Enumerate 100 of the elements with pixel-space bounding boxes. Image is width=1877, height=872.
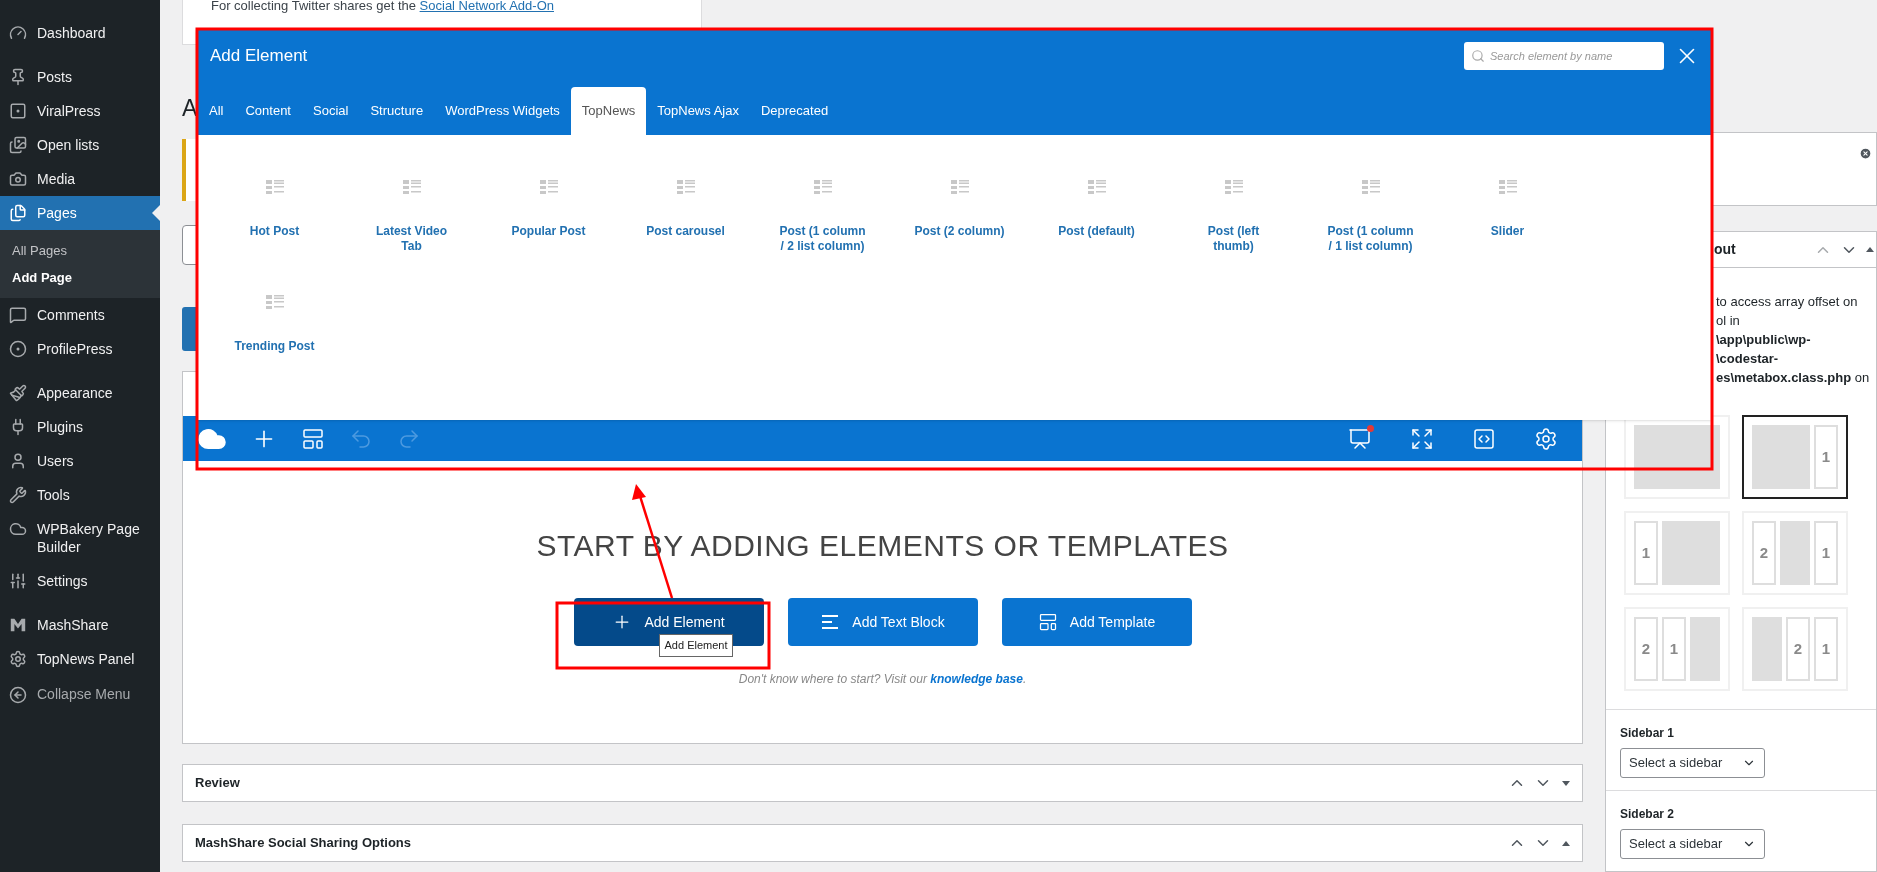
menu-item[interactable]: Media: [0, 162, 160, 196]
square-icon: [9, 102, 27, 120]
help-text: Don't know where to start? Visit our knowledge base.: [738, 671, 1027, 688]
preview-button[interactable]: [1348, 426, 1372, 451]
notice-text: For collecting Twitter shares get the Social Network Add-On: [211, 0, 555, 15]
layout-option[interactable]: 2 1: [1742, 511, 1848, 595]
menu-item[interactable]: Users: [0, 444, 160, 478]
add-button[interactable]: Add Text Block: [787, 598, 978, 646]
sidebar-select[interactable]: Select a sidebar: [1620, 829, 1765, 859]
tab[interactable]: TopNews Ajax: [646, 87, 750, 135]
cloud-icon: [9, 520, 27, 538]
element-icon: [676, 180, 695, 194]
menu-item[interactable]: Tools: [0, 478, 160, 512]
element-icon: [1498, 180, 1517, 194]
layout-option[interactable]: 2 1: [1742, 607, 1848, 691]
text-lines-icon: [820, 612, 841, 632]
tab[interactable]: Structure: [359, 87, 435, 135]
search-icon: [1471, 49, 1485, 63]
menu-item[interactable]: Comments: [0, 298, 160, 332]
add-button[interactable]: Add Template: [1001, 598, 1192, 646]
knowledge-base-link[interactable]: knowledge base: [930, 672, 1023, 686]
metabox-header[interactable]: MashShare Social Sharing Options: [182, 824, 1583, 862]
menu-item[interactable]: Appearance: [0, 376, 160, 410]
layout-option[interactable]: 1: [1624, 511, 1730, 595]
element-tile[interactable]: Post (left thumb): [1165, 180, 1302, 265]
error-text-line: ol in: [1716, 312, 1741, 330]
search-field[interactable]: Search element by name: [1464, 42, 1664, 70]
template-icon[interactable]: [301, 426, 325, 451]
submenu-item[interactable]: Add Page: [0, 264, 160, 291]
circle-icon: [9, 340, 27, 358]
layout-option[interactable]: 1: [1742, 415, 1848, 499]
pages-icon: [9, 204, 27, 222]
collapse-icon: [9, 685, 27, 704]
images-icon: [9, 136, 27, 154]
element-tile[interactable]: Latest Video Tab: [343, 180, 480, 265]
element-icon: [950, 180, 969, 194]
menu-item[interactable]: Dashboard: [0, 16, 160, 50]
panel-title: out: [1714, 240, 1737, 259]
error-text-line: to access array offset on: [1716, 293, 1859, 311]
menu-item[interactable]: TopNews Panel: [0, 642, 160, 676]
paintbrush-icon: [9, 384, 27, 402]
element-tile[interactable]: Popular Post: [480, 180, 617, 265]
element-tile[interactable]: Hot Post: [206, 180, 343, 265]
submenu-item[interactable]: All Pages: [0, 237, 160, 264]
menu-item[interactable]: Posts: [0, 60, 160, 94]
toggle-icon[interactable]: [1562, 780, 1570, 786]
menu-item[interactable]: ProfilePress: [0, 332, 160, 366]
element-tile[interactable]: Post (2 column): [891, 180, 1028, 265]
element-icon: [1087, 180, 1106, 194]
metabox-title: MashShare Social Sharing Options: [195, 834, 412, 853]
close-icon[interactable]: [1859, 147, 1872, 160]
menu-item[interactable]: ViralPress: [0, 94, 160, 128]
element-icon: [1361, 180, 1380, 194]
dialog-title: Add Element: [210, 45, 308, 68]
pin-icon: [9, 68, 27, 86]
metabox-title: Review: [195, 774, 241, 793]
metabox-header[interactable]: Review: [182, 764, 1583, 802]
menu-item[interactable]: WPBakery Page Builder: [0, 512, 160, 564]
tab[interactable]: Social: [302, 87, 360, 135]
field-label: Sidebar 2: [1620, 806, 1676, 823]
element-icon: [813, 180, 832, 194]
element-tile[interactable]: Trending Post: [206, 295, 343, 380]
element-tile[interactable]: Post carousel: [617, 180, 754, 265]
settings-icon: [9, 650, 27, 668]
menu-item[interactable]: Settings: [0, 564, 160, 598]
layout-option[interactable]: 2 1: [1624, 607, 1730, 691]
toggle-icon[interactable]: [1562, 840, 1570, 846]
tab[interactable]: WordPress Widgets: [434, 87, 571, 135]
tab[interactable]: TopNews: [570, 87, 647, 135]
element-tile[interactable]: Post (1 column / 1 list column): [1302, 180, 1439, 265]
element-tile[interactable]: Slider: [1439, 180, 1576, 265]
code-icon[interactable]: [1472, 426, 1496, 451]
chart-board-icon: [1348, 426, 1372, 451]
sliders-icon: [9, 572, 27, 590]
menu-item[interactable]: MashShare: [0, 608, 160, 642]
menu-item[interactable]: Open lists: [0, 128, 160, 162]
speech-bubble-icon: [9, 306, 27, 324]
element-icon: [265, 180, 284, 194]
sidebar-select[interactable]: Select a sidebar: [1620, 748, 1765, 778]
template-icon: [1037, 612, 1058, 632]
notice-link[interactable]: Social Network Add-On: [419, 0, 554, 13]
field-label: Sidebar 1: [1620, 725, 1676, 742]
settings-icon[interactable]: [1534, 426, 1558, 451]
error-text-line: \codestar-: [1716, 350, 1780, 368]
collapse-menu-button[interactable]: Collapse Menu: [0, 676, 160, 713]
error-text-line: es\metabox.class.php on: [1716, 369, 1871, 387]
layout-option[interactable]: [1624, 415, 1730, 499]
tab[interactable]: Deprecated: [749, 87, 840, 135]
fullscreen-icon[interactable]: [1410, 426, 1434, 451]
element-icon: [402, 180, 421, 194]
tab[interactable]: All: [198, 87, 235, 135]
tab[interactable]: Content: [234, 87, 302, 135]
element-icon: [265, 295, 284, 309]
menu-item[interactable]: Pages: [0, 196, 160, 230]
toggle-icon[interactable]: [1866, 247, 1874, 252]
tooltip: Add Element: [658, 634, 734, 657]
menu-item[interactable]: Plugins: [0, 410, 160, 444]
element-icon: [539, 180, 558, 194]
element-tile[interactable]: Post (1 column / 2 list column): [754, 180, 891, 265]
element-tile[interactable]: Post (default): [1028, 180, 1165, 265]
